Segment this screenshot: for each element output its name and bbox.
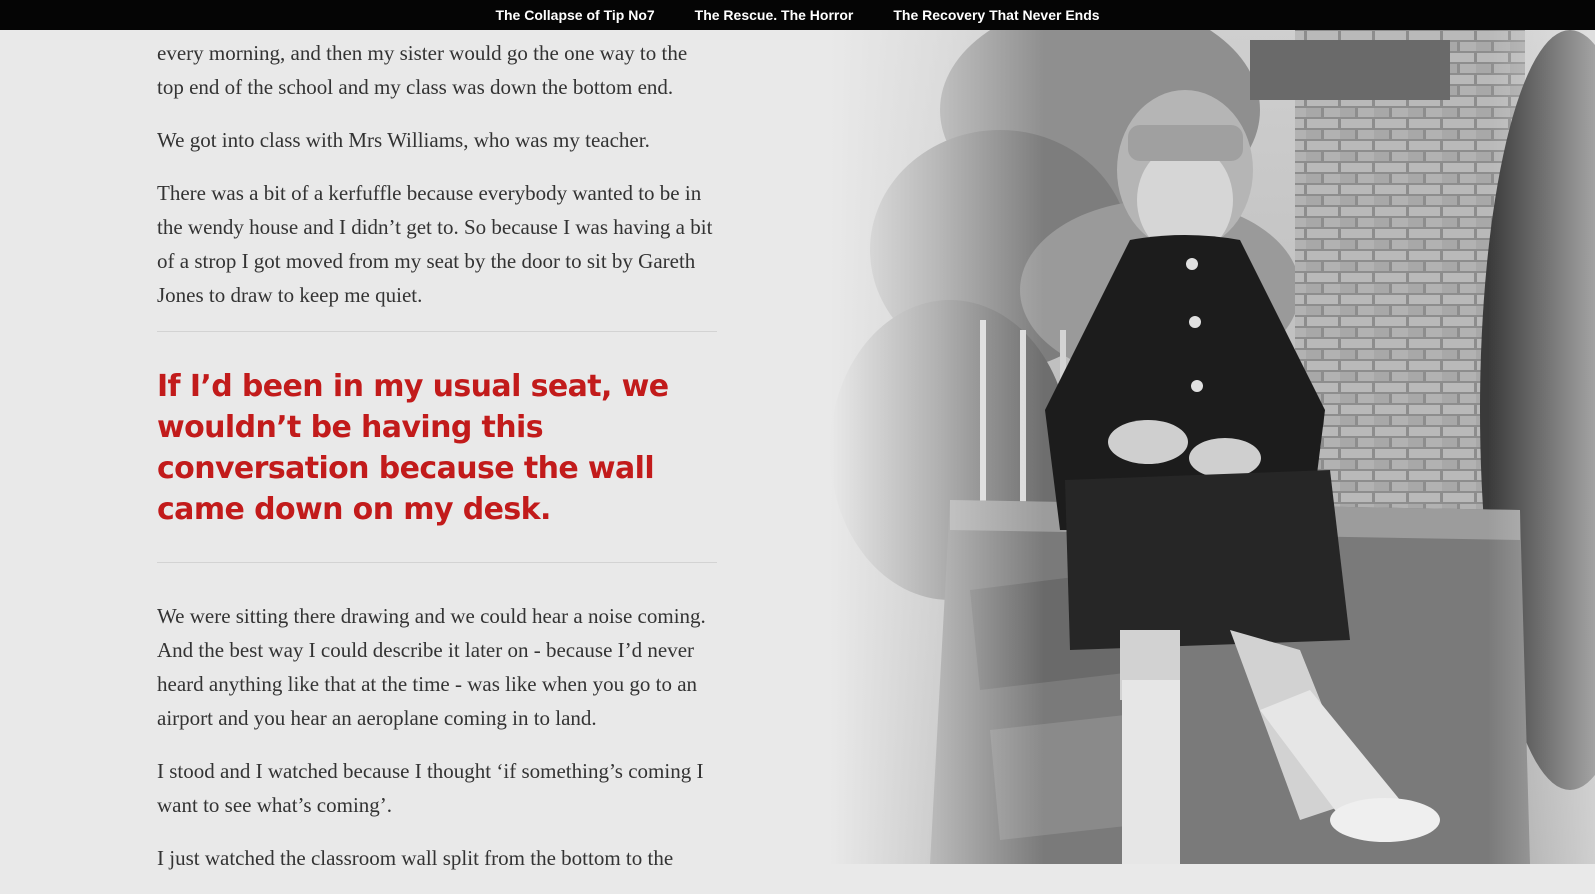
article-paragraph: There was a bit of a kerfuffle because e… — [157, 181, 713, 307]
article-paragraph: I stood and I watched because I thought … — [157, 759, 704, 817]
pullquote-bottom-divider — [157, 562, 717, 563]
pullquote-top-divider — [157, 331, 717, 332]
nav-link-collapse[interactable]: The Collapse of Tip No7 — [493, 7, 656, 23]
article-paragraph: We were sitting there drawing and we cou… — [157, 604, 706, 730]
girl-portrait-photo — [830, 30, 1595, 864]
article-paragraph: every morning, and then my sister would … — [157, 41, 688, 99]
article-paragraph: I just watched the classroom wall split … — [157, 846, 674, 870]
pullquote: If I’d been in my usual seat, we wouldn’… — [157, 369, 669, 527]
article-body: every morning, and then my sister would … — [157, 30, 717, 894]
article-paragraph: We got into class with Mrs Williams, who… — [157, 128, 650, 152]
nav-link-recovery[interactable]: The Recovery That Never Ends — [891, 7, 1101, 23]
top-navigation: The Collapse of Tip No7 The Rescue. The … — [0, 0, 1595, 30]
nav-link-rescue[interactable]: The Rescue. The Horror — [693, 7, 856, 23]
photo-illustration — [830, 30, 1595, 864]
